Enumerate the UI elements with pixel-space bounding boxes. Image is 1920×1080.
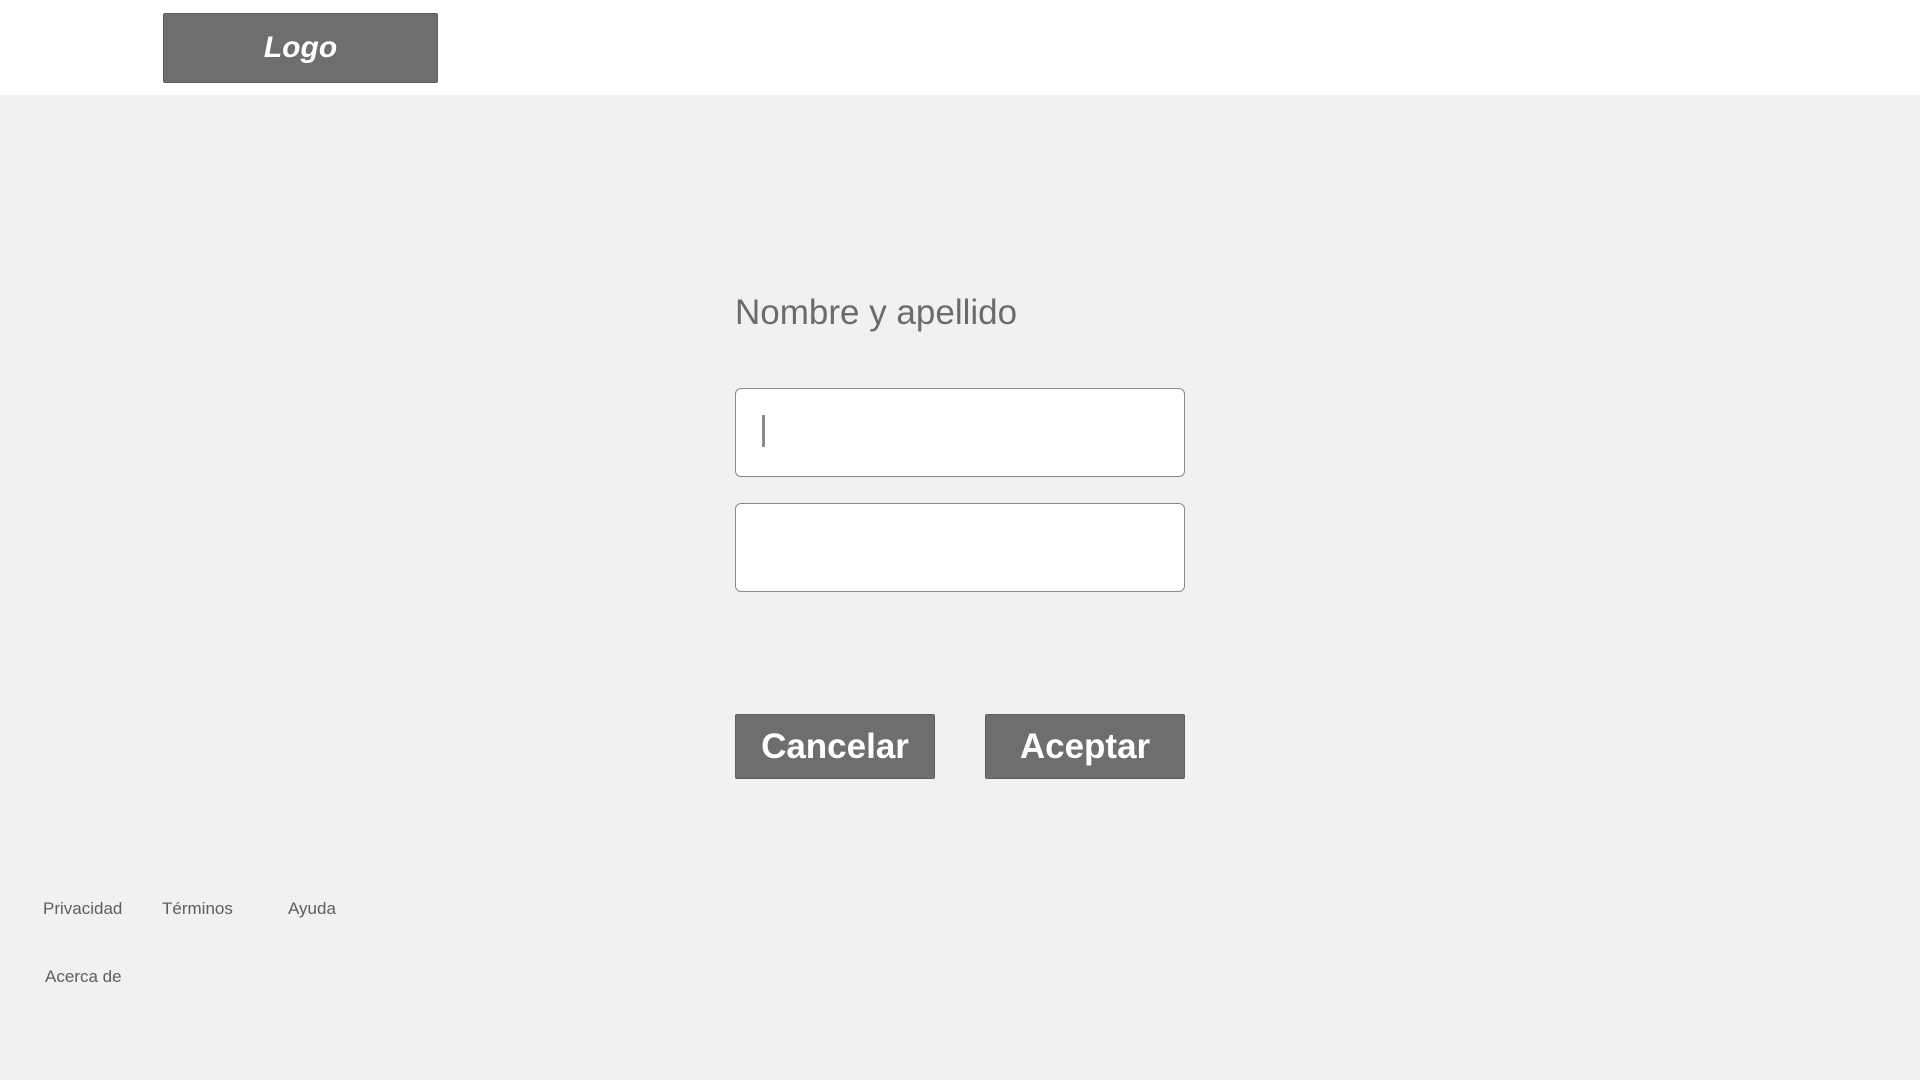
main-content: Nombre y apellido Cancelar Aceptar Priva… <box>0 95 1920 1080</box>
page: Logo Nombre y apellido Cancelar Aceptar … <box>0 0 1920 1080</box>
surname-input[interactable] <box>735 503 1185 592</box>
form-title: Nombre y apellido <box>735 293 1018 332</box>
footer-link-privacy[interactable]: Privacidad <box>43 899 122 919</box>
accept-button[interactable]: Aceptar <box>985 714 1185 779</box>
footer-link-help[interactable]: Ayuda <box>288 899 336 919</box>
footer-link-about[interactable]: Acerca de <box>45 967 122 987</box>
header: Logo <box>0 0 1920 95</box>
cancel-button[interactable]: Cancelar <box>735 714 935 779</box>
name-input[interactable] <box>735 388 1185 477</box>
footer-link-terms[interactable]: Términos <box>162 899 233 919</box>
logo-button[interactable]: Logo <box>163 13 438 83</box>
text-caret <box>762 415 765 447</box>
